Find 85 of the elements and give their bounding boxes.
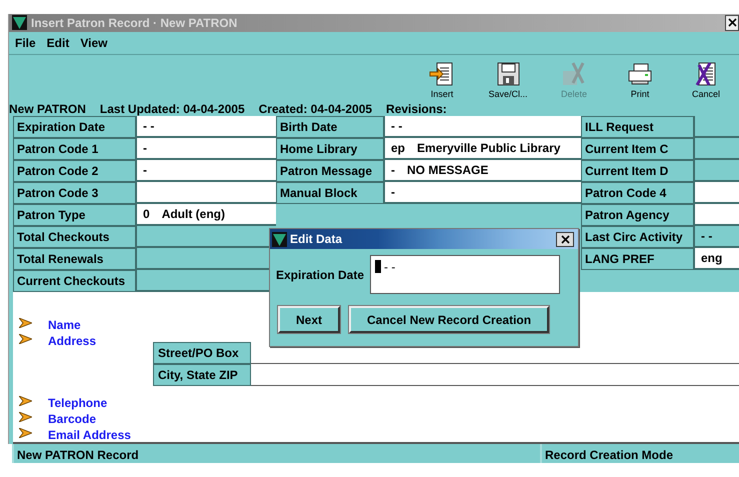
record-info: Created: 04-04-2005: [258, 102, 372, 116]
status-text: New PATRON Record: [12, 444, 540, 463]
insert-icon: [429, 60, 455, 87]
toolbar-button[interactable]: Save/Cl...: [475, 60, 541, 102]
close-button[interactable]: [556, 232, 574, 246]
value-text: Emeryville Public Library: [417, 141, 560, 156]
field-value[interactable]: - -: [137, 116, 276, 138]
field-label: Expiration Date: [13, 116, 137, 138]
address-label: Street/PO Box: [153, 342, 251, 364]
menu-item[interactable]: View: [80, 36, 108, 50]
field-label: Current Item D: [581, 160, 695, 182]
section-link[interactable]: Name: [32, 318, 153, 332]
field-label: Home Library: [276, 138, 385, 160]
field-value[interactable]: - -: [385, 116, 581, 138]
value-text: -: [391, 185, 395, 200]
field-label: Current Item C: [581, 138, 695, 160]
status-text: Record Creation Mode: [540, 444, 739, 463]
field-value[interactable]: -: [385, 182, 581, 204]
arrow-bullet-icon: [19, 334, 32, 344]
dialog-title: Edit Data: [290, 232, 342, 246]
field-label: ILL Request: [581, 116, 695, 138]
field-label: Patron Code 3: [13, 182, 137, 204]
app-logo-icon: [272, 232, 287, 246]
section-link[interactable]: Barcode: [32, 412, 153, 426]
close-icon: [728, 18, 736, 28]
toolbar-button[interactable]: Print: [607, 60, 673, 102]
field-label: Last Circ Activity: [581, 226, 695, 248]
value-text: -: [391, 163, 395, 178]
field-value[interactable]: [695, 182, 739, 204]
window-title: Insert Patron Record · New PATRON: [31, 16, 238, 30]
section-link[interactable]: Email Address: [32, 428, 153, 442]
field-label: LANG PREF: [581, 248, 695, 270]
close-icon: [560, 234, 570, 244]
app-logo-icon: [12, 15, 27, 30]
field-label: Patron Code 2: [13, 160, 137, 182]
value-text: Adult (eng): [162, 207, 226, 222]
value-text: NO MESSAGE: [407, 163, 488, 178]
value-text: 0: [143, 207, 150, 222]
field-label: Patron Code 1: [13, 138, 137, 160]
dialog-button[interactable]: Cancel New Record Creation: [349, 306, 550, 333]
arrow-bullet-icon: [19, 428, 32, 438]
field-value[interactable]: ep Emeryville Public Library: [385, 138, 581, 160]
menu-item[interactable]: Edit: [46, 36, 70, 50]
field-value[interactable]: [137, 182, 276, 204]
value-text: ep: [391, 141, 406, 156]
field-label: Patron Message: [276, 160, 385, 182]
field-label: Total Checkouts: [13, 226, 137, 248]
value-text: - -: [701, 229, 712, 244]
field-value[interactable]: -: [137, 160, 276, 182]
value-text: - -: [391, 119, 402, 134]
field-label: Total Renewals: [13, 248, 137, 270]
field-label: Birth Date: [276, 116, 385, 138]
field-label: Patron Code 4: [581, 182, 695, 204]
close-button[interactable]: [725, 14, 739, 31]
menu-item[interactable]: File: [15, 36, 36, 50]
field-value[interactable]: [695, 204, 739, 226]
value-text: eng: [701, 251, 722, 266]
field-label: Manual Block: [276, 182, 385, 204]
text-cursor: [375, 260, 382, 273]
input-field[interactable]: - -: [370, 255, 560, 294]
field-value[interactable]: 0 Adult (eng): [137, 204, 276, 226]
value-text: - -: [143, 119, 154, 134]
toolbar-button[interactable]: Insert: [409, 60, 475, 102]
toolbar-button[interactable]: Cancel: [673, 60, 739, 102]
section-link[interactable]: Telephone: [32, 396, 153, 410]
field-value[interactable]: -: [137, 138, 276, 160]
field-label: Expiration Date: [276, 268, 364, 282]
section-link[interactable]: Address: [32, 334, 153, 348]
delete-icon: [561, 60, 587, 87]
arrow-bullet-icon: [19, 396, 32, 406]
arrow-bullet-icon: [19, 412, 32, 422]
field-label: Patron Type: [13, 204, 137, 226]
value-text: -: [143, 163, 147, 178]
record-info: New PATRON: [9, 102, 86, 116]
dialog-button[interactable]: Next: [278, 306, 340, 333]
field-value[interactable]: - NO MESSAGE: [385, 160, 581, 182]
arrow-bullet-icon: [19, 318, 32, 328]
printer-icon: [627, 60, 653, 87]
field-label: Current Checkouts: [13, 270, 137, 292]
address-label: City, State ZIP: [153, 364, 251, 386]
record-info: Revisions:: [386, 102, 447, 116]
field-value[interactable]: eng: [695, 248, 739, 270]
field-label: Patron Agency: [581, 204, 695, 226]
value-text: -: [143, 141, 147, 156]
record-info: Last Updated: 04-04-2005: [100, 102, 245, 116]
